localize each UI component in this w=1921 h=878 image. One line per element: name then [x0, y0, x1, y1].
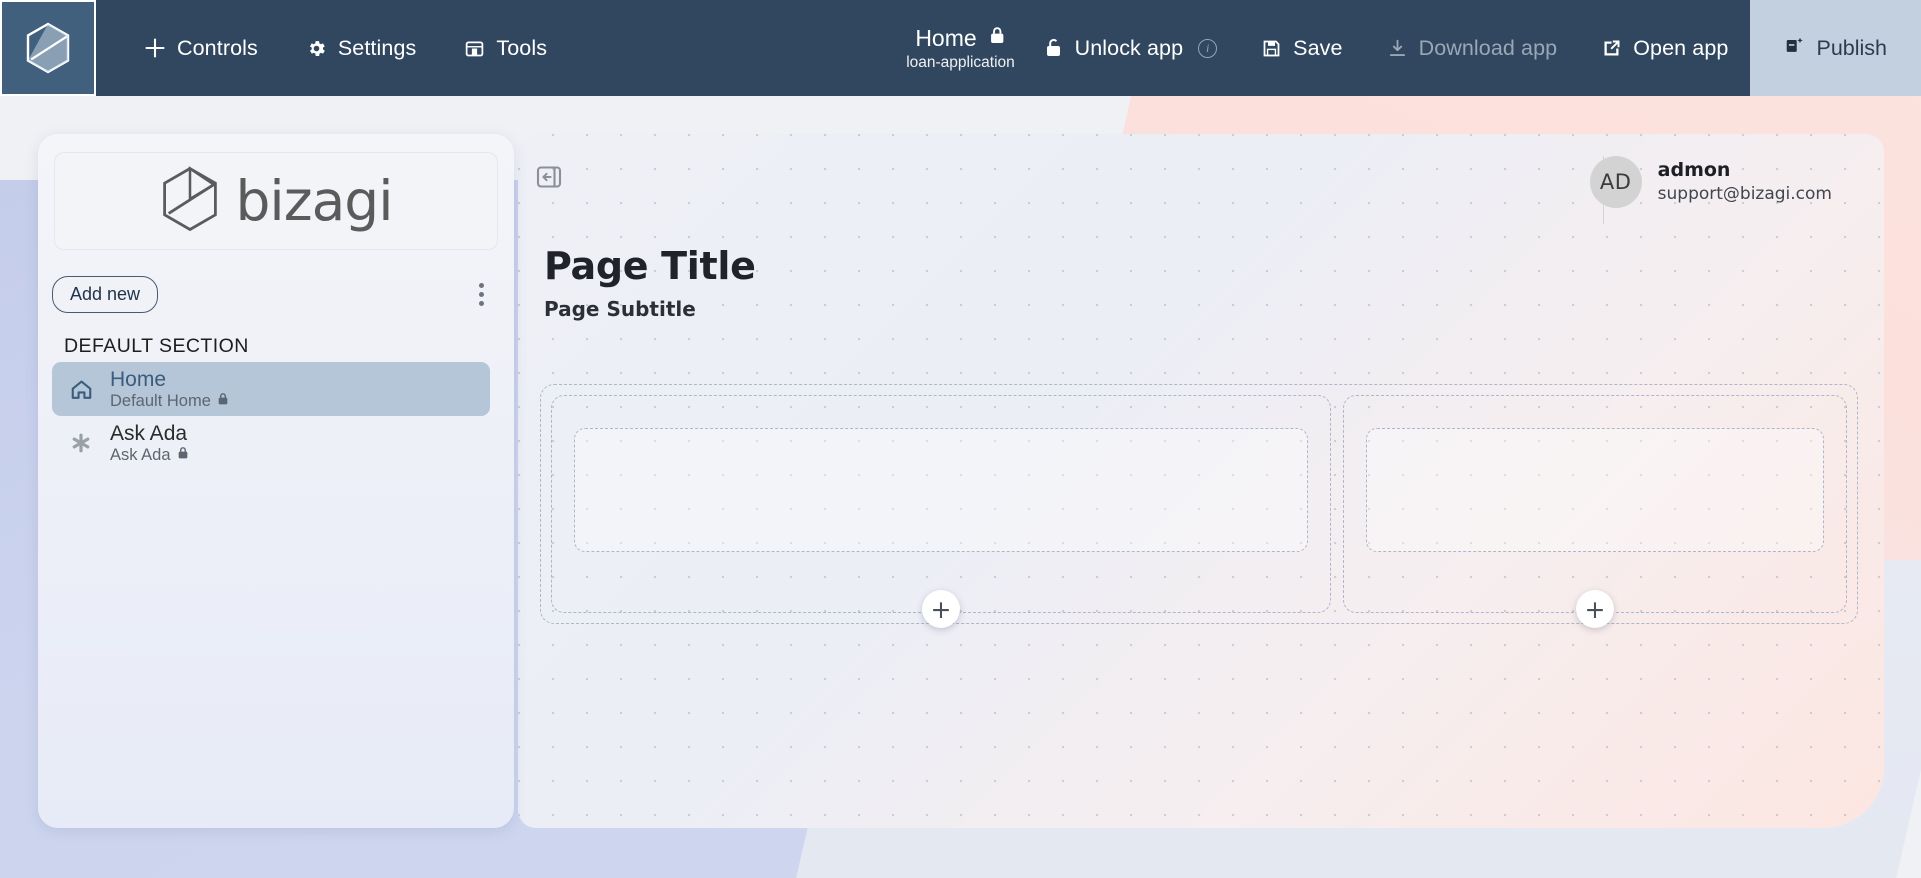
settings-label: Settings: [337, 35, 417, 60]
sidebar-item-ask-ada-texts: Ask Ada Ask Ada: [110, 422, 189, 464]
kebab-dot: [478, 292, 484, 297]
more-vertical-icon[interactable]: [464, 278, 498, 312]
unlock-app-label: Unlock app: [1074, 35, 1184, 60]
sidebar-item-home[interactable]: Home Default Home: [52, 362, 490, 416]
page-title[interactable]: Page Title: [544, 244, 756, 288]
lock-closed-icon: [217, 392, 229, 410]
app-preview-sidebar: bizagi Add new DEFAULT SECTION Home Defa…: [38, 134, 514, 828]
sidebar-item-home-title: Home: [110, 368, 167, 391]
kebab-dot: [478, 301, 484, 306]
info-icon[interactable]: i: [1198, 38, 1218, 58]
avatar: AD: [1589, 156, 1642, 208]
user-name: admon: [1657, 158, 1731, 181]
lock-closed-icon: [989, 26, 1006, 50]
gear-icon: [306, 38, 327, 59]
home-icon: [66, 377, 96, 402]
sidebar-item-home-subtitle: Default Home: [110, 392, 229, 410]
current-page-title-row: Home: [915, 25, 1005, 52]
user-profile-chip[interactable]: AD admon support@bizagi.com: [1589, 156, 1832, 208]
sidebar-item-home-subtitle-text: Default Home: [110, 391, 211, 410]
publish-icon: [1784, 35, 1804, 62]
add-control-button-1[interactable]: +: [922, 590, 961, 628]
controls-label: Controls: [177, 35, 258, 60]
layout-dropzone-inner-2[interactable]: [1366, 428, 1824, 552]
sidebar-brand-logo: bizagi: [54, 152, 498, 250]
download-app-button[interactable]: Download app: [1365, 0, 1580, 96]
page-design-canvas: AD admon support@bizagi.com Page Title P…: [518, 134, 1884, 828]
collapse-panel-left-icon[interactable]: [536, 164, 562, 190]
top-toolbar: Controls Settings Tools Home loan-applic…: [0, 0, 1921, 96]
sidebar-toolbar: Add new: [38, 276, 514, 313]
sidebar-item-ask-ada-subtitle: Ask Ada: [110, 446, 189, 464]
tools-label: Tools: [496, 35, 548, 60]
publish-label: Publish: [1816, 35, 1887, 60]
add-new-button[interactable]: Add new: [52, 276, 159, 313]
toolbox-icon: [464, 38, 485, 59]
open-app-button[interactable]: Open app: [1579, 0, 1750, 96]
save-label: Save: [1293, 35, 1343, 60]
download-app-label: Download app: [1418, 35, 1558, 60]
toolbar-right-group: Unlock app i Save Download app Open app …: [1022, 0, 1921, 96]
save-button[interactable]: Save: [1239, 0, 1364, 96]
kebab-dot: [478, 283, 484, 288]
layout-dropzone-inner-1[interactable]: [574, 428, 1309, 552]
sidebar-brand-wordmark: bizagi: [235, 169, 394, 233]
floppy-disk-icon: [1261, 38, 1282, 59]
current-page-indicator[interactable]: Home loan-application: [880, 0, 1041, 96]
plus-icon: [144, 37, 166, 59]
publish-button[interactable]: Publish: [1750, 0, 1921, 96]
sidebar-item-ask-ada-subtitle-text: Ask Ada: [110, 445, 171, 464]
page-subtitle[interactable]: Page Subtitle: [544, 297, 756, 321]
bizagi-hexagon-logo-icon: [25, 22, 71, 74]
external-link-icon: [1601, 38, 1622, 59]
page-header: Page Title Page Subtitle: [544, 244, 756, 321]
toolbar-left-group: Controls Settings Tools: [96, 0, 569, 96]
open-app-label: Open app: [1633, 35, 1729, 60]
layout-dropzone-column-1[interactable]: +: [551, 395, 1332, 628]
tools-button[interactable]: Tools: [442, 0, 569, 96]
layout-dropzone-row[interactable]: + +: [540, 384, 1858, 628]
unlock-app-button[interactable]: Unlock app i: [1022, 0, 1240, 96]
app-logo-button[interactable]: [0, 0, 96, 96]
download-icon: [1387, 38, 1408, 59]
sidebar-item-ask-ada[interactable]: Ask Ada Ask Ada: [52, 416, 490, 470]
add-control-button-2[interactable]: +: [1576, 590, 1615, 628]
user-email: support@bizagi.com: [1657, 184, 1832, 205]
lock-closed-icon: [177, 446, 189, 464]
settings-button[interactable]: Settings: [284, 0, 439, 96]
current-page-title: Home: [915, 24, 977, 51]
asterisk-icon: [66, 431, 96, 455]
controls-button[interactable]: Controls: [122, 0, 280, 96]
sidebar-section-label: DEFAULT SECTION: [64, 335, 249, 357]
sidebar-item-home-texts: Home Default Home: [110, 368, 229, 410]
bizagi-hexagon-logo-icon: [160, 165, 220, 237]
current-app-name: loan-application: [906, 53, 1015, 71]
layout-dropzone-column-2[interactable]: +: [1343, 395, 1847, 628]
lock-open-icon: [1044, 37, 1064, 59]
user-text-block: admon support@bizagi.com: [1658, 158, 1832, 207]
sidebar-item-ask-ada-title: Ask Ada: [110, 422, 188, 445]
